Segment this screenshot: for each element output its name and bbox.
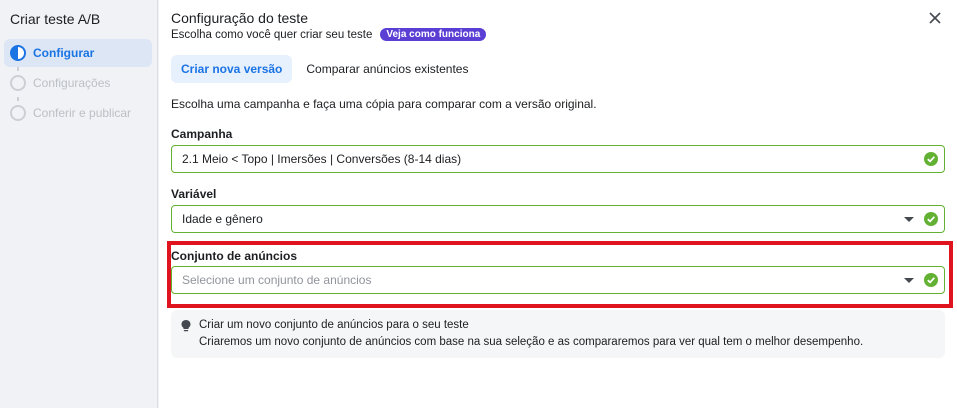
- info-title: Criar um novo conjunto de anúncios para …: [199, 319, 469, 331]
- check-icon: [924, 273, 938, 287]
- campaign-label: Campanha: [171, 127, 233, 141]
- tab-bar: Criar nova versão Comparar anúncios exis…: [171, 55, 482, 83]
- page-title: Configuração do teste: [171, 10, 308, 26]
- variable-value: Idade e gênero: [182, 212, 263, 226]
- subtitle-text: Escolha como você quer criar seu teste: [171, 28, 373, 41]
- check-icon: [924, 152, 938, 166]
- description-text: Escolha uma campanha e faça uma cópia pa…: [171, 97, 597, 111]
- tab-create-new-version[interactable]: Criar nova versão: [171, 55, 293, 83]
- adset-select[interactable]: Selecione um conjunto de anúncios: [171, 266, 945, 294]
- caret-down-icon: [904, 217, 914, 222]
- adset-label: Conjunto de anúncios: [171, 249, 297, 263]
- step-label: Conferir e publicar: [33, 106, 132, 120]
- campaign-field[interactable]: 2.1 Meio < Topo | Imersões | Conversões …: [171, 145, 945, 173]
- page-subtitle: Escolha como você quer criar seu teste V…: [171, 28, 487, 41]
- info-box: Criar um novo conjunto de anúncios para …: [171, 310, 945, 358]
- sidebar: Criar teste A/B Configurar Configurações…: [0, 0, 158, 408]
- variable-label: Variável: [171, 187, 217, 201]
- adset-placeholder: Selecione um conjunto de anúncios: [182, 273, 372, 287]
- step-configurar[interactable]: Configurar: [4, 39, 152, 67]
- sidebar-title: Criar teste A/B: [10, 11, 101, 27]
- step-empty-icon: [10, 105, 26, 121]
- step-progress-icon: [10, 45, 26, 61]
- tab-compare-existing-ads[interactable]: Comparar anúncios existentes: [296, 55, 478, 83]
- variable-select[interactable]: Idade e gênero: [171, 205, 945, 233]
- step-conferir-publicar[interactable]: Conferir e publicar: [4, 99, 152, 127]
- step-label: Configurar: [33, 46, 95, 60]
- step-configuracoes[interactable]: Configurações: [4, 69, 152, 97]
- test-setup-panel: Configuração do teste Escolha como você …: [159, 0, 957, 408]
- info-text: Criaremos um novo conjunto de anúncios c…: [199, 336, 864, 348]
- how-it-works-badge[interactable]: Veja como funciona: [380, 28, 487, 41]
- caret-down-icon: [904, 278, 914, 283]
- campaign-value: 2.1 Meio < Topo | Imersões | Conversões …: [182, 152, 462, 166]
- lightbulb-icon: [181, 320, 191, 332]
- check-icon: [924, 212, 938, 226]
- close-icon[interactable]: [927, 10, 943, 26]
- step-label: Configurações: [33, 76, 111, 90]
- step-empty-icon: [10, 75, 26, 91]
